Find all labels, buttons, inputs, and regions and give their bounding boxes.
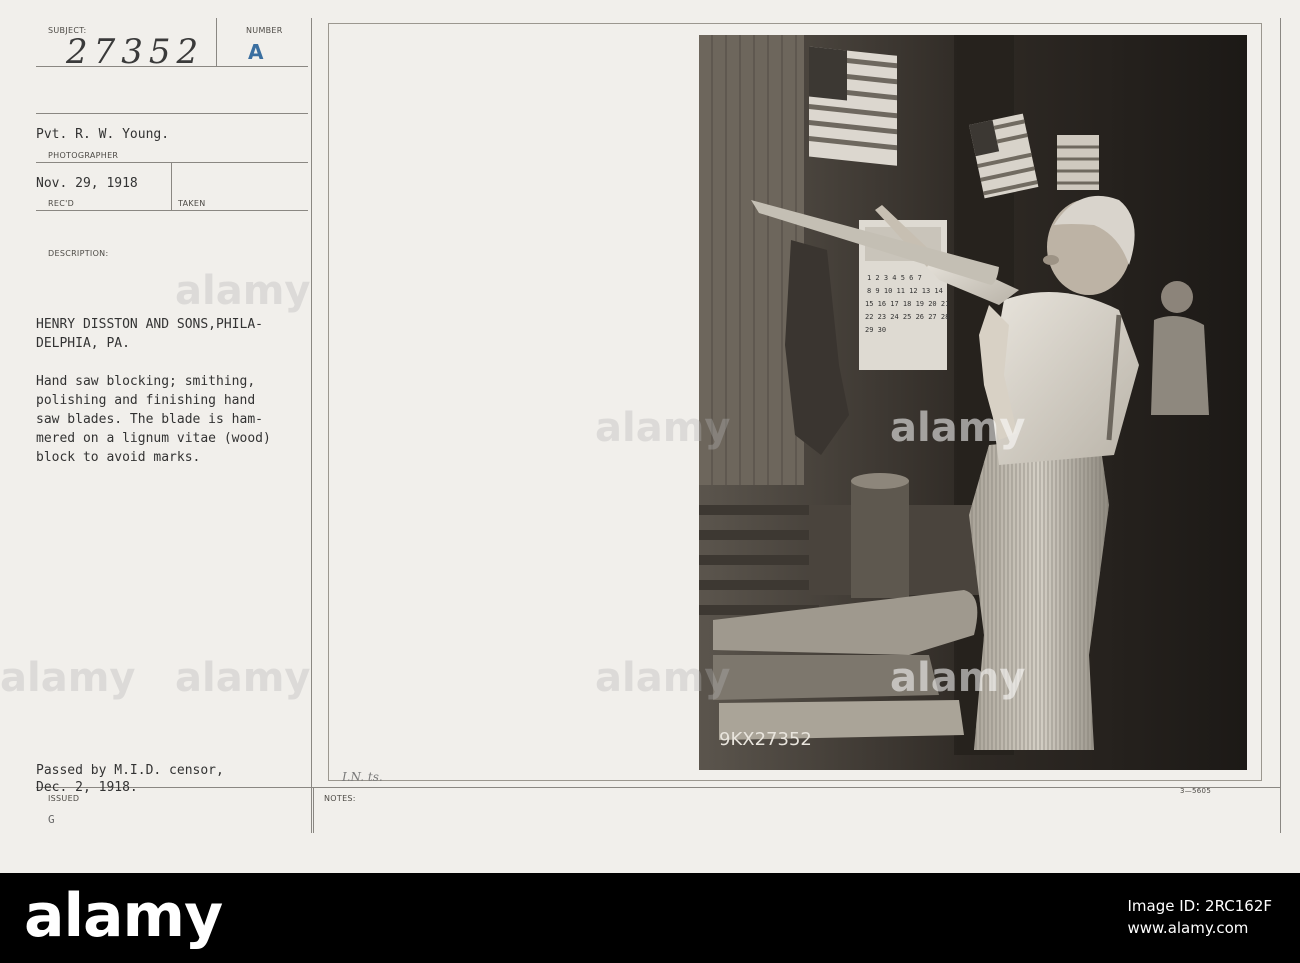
calendar-row: 22 23 24 25 26 27 28	[865, 313, 949, 321]
rule-date-divider	[171, 162, 172, 210]
description-line	[36, 353, 271, 372]
footer-meta: Image ID: 2RC162F www.alamy.com	[1128, 895, 1273, 939]
description-line: HENRY DISSTON AND SONS,PHILA-	[36, 317, 263, 332]
footer-logo: alamy	[24, 881, 223, 951]
description-line: Hand saw blocking; smithing,	[36, 374, 256, 389]
subject-number: 27352	[66, 32, 205, 72]
watermark: alamy	[0, 655, 136, 701]
rule-date	[36, 210, 308, 211]
notes-initials: I.N. ts.	[342, 770, 383, 784]
calendar-row: 29 30	[865, 326, 886, 334]
american-flag-distant	[1057, 135, 1099, 190]
rule-right-edge	[1280, 18, 1281, 833]
watermark: alamy	[175, 268, 311, 314]
watermark: alamy	[890, 655, 1026, 701]
description-line: DELPHIA, PA.	[36, 336, 130, 351]
image-id: Image ID: 2RC162F	[1127, 897, 1273, 915]
form-code: 3—5605	[1180, 787, 1212, 795]
notes-label: NOTES:	[324, 794, 356, 803]
watermark: alamy	[175, 655, 311, 701]
censor-text: Passed by M.I.D. censor, Dec. 2, 1918.	[36, 745, 224, 830]
watermark: alamy	[890, 405, 1026, 451]
description-line: polishing and finishing hand	[36, 393, 256, 408]
rule-notes-left	[313, 787, 314, 833]
rule-photographer	[36, 162, 308, 163]
description-label: DESCRIPTION:	[48, 249, 109, 258]
watermark: alamy	[595, 405, 731, 451]
recd-label: REC'D	[48, 199, 75, 208]
calendar-row: 15 16 17 18 19 20 21	[865, 300, 949, 308]
stock-footer: alamy Image ID: 2RC162F www.alamy.com	[0, 873, 1300, 963]
american-flag-large	[809, 46, 897, 166]
taken-label: TAKEN	[178, 199, 206, 208]
watermark: alamy	[595, 655, 731, 701]
rule-left-column	[311, 18, 312, 833]
number-stamp: A	[248, 40, 264, 64]
description-line: saw blades. The blade is ham-	[36, 412, 263, 427]
photo-number: 9KX27352	[719, 729, 812, 750]
censor-line: Dec. 2, 1918.	[36, 780, 138, 795]
number-label: NUMBER	[246, 26, 283, 35]
description-text: HENRY DISSTON AND SONS,PHILA- DELPHIA, PA…	[36, 296, 271, 505]
issued-mark: G	[48, 813, 55, 826]
description-line: block to avoid marks.	[36, 450, 201, 465]
photographer-name: Pvt. R. W. Young.	[36, 127, 170, 142]
calendar-row: 8 9 10 11 12 13 14	[867, 287, 943, 295]
site-url[interactable]: www.alamy.com	[1128, 917, 1273, 939]
received-date: Nov. 29, 1918	[36, 176, 138, 191]
archive-card: SUBJECT: NUMBER PHOTOGRAPHER REC'D TAKEN…	[0, 0, 1300, 873]
rule-photographer-top	[36, 113, 308, 114]
lignum-vitae-block	[851, 480, 909, 598]
photographer-label: PHOTOGRAPHER	[48, 151, 119, 160]
censor-line: Passed by M.I.D. censor,	[36, 763, 224, 778]
calendar-row: 1 2 3 4 5 6 7	[867, 274, 922, 282]
rule-subject-divider	[216, 18, 217, 66]
description-line: mered on a lignum vitae (wood)	[36, 431, 271, 446]
